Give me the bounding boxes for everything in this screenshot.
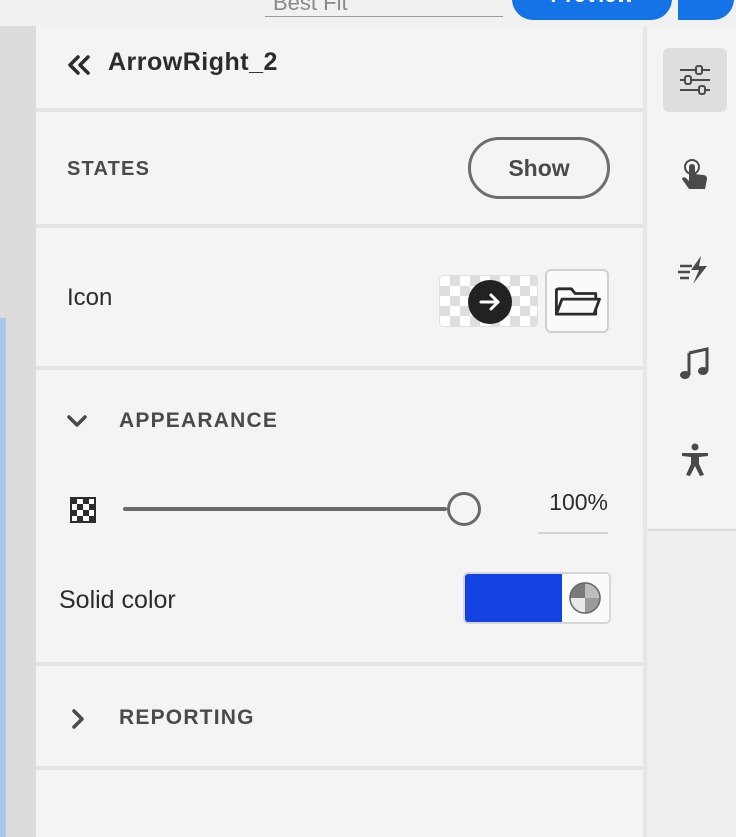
opacity-slider-track[interactable] xyxy=(123,507,447,511)
audio-tab[interactable] xyxy=(663,333,727,397)
show-states-button[interactable]: Show xyxy=(468,137,610,199)
inspector-rail xyxy=(647,26,736,837)
reporting-label[interactable]: REPORTING xyxy=(119,706,255,730)
folder-icon xyxy=(554,287,601,316)
properties-panel: ArrowRight_2 STATES Show Icon APPEARANCE… xyxy=(36,26,643,837)
preview-dropdown-button[interactable] xyxy=(678,0,734,20)
divider xyxy=(36,766,643,770)
double-chevron-left-icon[interactable] xyxy=(64,50,94,80)
preview-button[interactable]: Preview xyxy=(512,0,672,20)
divider xyxy=(36,224,643,228)
solid-color-picker[interactable] xyxy=(463,572,611,624)
effects-icon xyxy=(678,256,707,284)
opacity-icon xyxy=(70,497,96,523)
appearance-label[interactable]: APPEARANCE xyxy=(119,409,278,433)
panel-header: ArrowRight_2 xyxy=(36,26,643,108)
browse-icon-button[interactable] xyxy=(545,269,609,333)
zoom-select[interactable]: Best Fit xyxy=(265,0,503,17)
object-name: ArrowRight_2 xyxy=(108,48,278,76)
selection-edge xyxy=(0,318,6,837)
accessibility-tab[interactable] xyxy=(663,428,727,492)
divider xyxy=(36,108,643,112)
opacity-slider-thumb[interactable] xyxy=(447,492,481,526)
touch-icon xyxy=(682,159,707,189)
interactions-tab[interactable] xyxy=(663,143,727,207)
properties-tab[interactable] xyxy=(663,48,727,112)
accessibility-icon xyxy=(682,443,708,476)
color-wheel-icon xyxy=(569,582,601,614)
opacity-value-field[interactable]: 100% xyxy=(538,489,608,534)
divider xyxy=(36,366,643,370)
solid-color-label: Solid color xyxy=(59,586,176,614)
chevron-right-icon[interactable] xyxy=(65,706,91,732)
top-toolbar: Best Fit Preview xyxy=(0,0,736,26)
effects-tab[interactable] xyxy=(663,238,727,302)
icon-label: Icon xyxy=(67,284,113,311)
divider xyxy=(36,662,643,666)
arrow-right-icon xyxy=(468,280,512,324)
rail-empty-area xyxy=(647,529,736,837)
states-label: STATES xyxy=(67,158,151,180)
chevron-down-icon[interactable] xyxy=(64,408,90,434)
music-note-icon xyxy=(680,347,709,379)
icon-preview[interactable] xyxy=(439,275,538,327)
color-swatch-fill xyxy=(465,574,562,622)
sliders-icon xyxy=(680,65,710,95)
